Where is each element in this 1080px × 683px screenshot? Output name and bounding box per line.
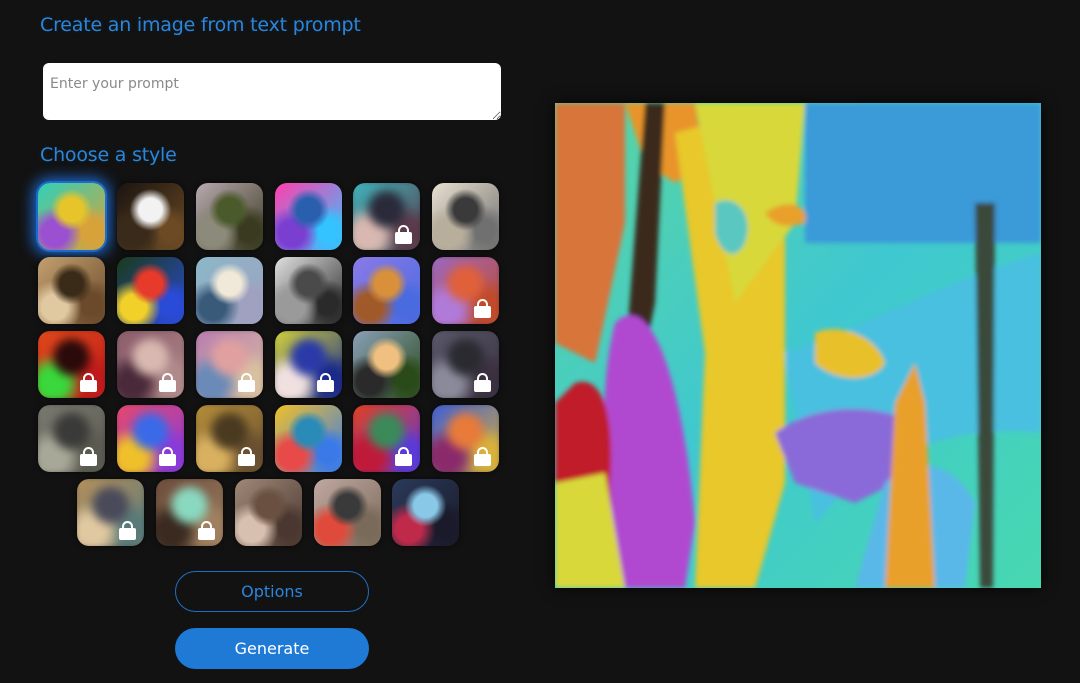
page-heading: Create an image from text prompt [40, 14, 361, 36]
lock-icon [80, 373, 97, 392]
lock-icon [238, 447, 255, 466]
style-thumbnail [275, 183, 342, 250]
style-thumbnail [235, 479, 302, 546]
style-tile-golden-portrait[interactable] [77, 479, 144, 546]
style-tile-victorian-sketch[interactable] [432, 183, 499, 250]
lock-icon [474, 373, 491, 392]
style-heading: Choose a style [40, 144, 177, 166]
style-tile-misty-forest[interactable] [196, 183, 263, 250]
style-tile-panda[interactable] [117, 183, 184, 250]
style-tile-neon-rabbit[interactable] [117, 405, 184, 472]
style-tile-engraved-cup[interactable] [275, 257, 342, 324]
style-tile-pop-art-marilyn[interactable] [275, 331, 342, 398]
style-tile-dragon[interactable] [353, 405, 420, 472]
style-thumbnail [432, 183, 499, 250]
style-thumbnail [275, 257, 342, 324]
style-tile-dark-rock[interactable] [432, 331, 499, 398]
style-tile-modern-house[interactable] [353, 331, 420, 398]
generate-button[interactable]: Generate [175, 628, 369, 669]
lock-icon [317, 373, 334, 392]
style-tile-green-abstract[interactable] [156, 479, 223, 546]
generated-image-preview [555, 103, 1041, 588]
style-thumbnail [353, 331, 420, 398]
style-thumbnail [275, 405, 342, 472]
style-tile-icon-grid[interactable] [275, 405, 342, 472]
style-thumbnail [38, 183, 105, 250]
style-thumbnail [117, 183, 184, 250]
style-tile-isometric-box[interactable] [353, 257, 420, 324]
style-tile-blue-face-portrait[interactable] [392, 479, 459, 546]
prompt-input[interactable] [43, 63, 501, 120]
lock-icon [198, 521, 215, 540]
style-thumbnail [353, 257, 420, 324]
style-tile-golden-abstract[interactable] [196, 405, 263, 472]
style-thumbnail [38, 257, 105, 324]
style-tile-abstract-painting[interactable] [38, 183, 105, 250]
style-tile-pastel-abstract[interactable] [196, 331, 263, 398]
style-tile-ballet-dancers[interactable] [196, 257, 263, 324]
style-tile-grey-texture[interactable] [38, 405, 105, 472]
style-tile-fox[interactable] [432, 257, 499, 324]
lock-icon [80, 447, 97, 466]
style-tile-red-mask[interactable] [38, 331, 105, 398]
style-tile-portrait-victorian-woman[interactable] [235, 479, 302, 546]
lock-icon [238, 373, 255, 392]
lock-icon [395, 447, 412, 466]
options-button[interactable]: Options [175, 571, 369, 612]
style-thumbnail [196, 183, 263, 250]
style-tile-robot[interactable] [275, 183, 342, 250]
style-thumbnail [392, 479, 459, 546]
style-tile-portrait-woman-teal[interactable] [353, 183, 420, 250]
style-tile-portrait-woman-rose[interactable] [117, 331, 184, 398]
lock-icon [159, 373, 176, 392]
style-thumbnail [196, 257, 263, 324]
lock-icon [159, 447, 176, 466]
style-thumbnail [117, 257, 184, 324]
style-tile-cubist-face[interactable] [432, 405, 499, 472]
lock-icon [474, 299, 491, 318]
lock-icon [395, 225, 412, 244]
style-tile-mona-lisa[interactable] [38, 257, 105, 324]
style-tile-man-with-cap[interactable] [314, 479, 381, 546]
lock-icon [119, 521, 136, 540]
style-thumbnail [314, 479, 381, 546]
style-tile-flower-vase[interactable] [117, 257, 184, 324]
lock-icon [474, 447, 491, 466]
generated-image [555, 103, 1041, 588]
